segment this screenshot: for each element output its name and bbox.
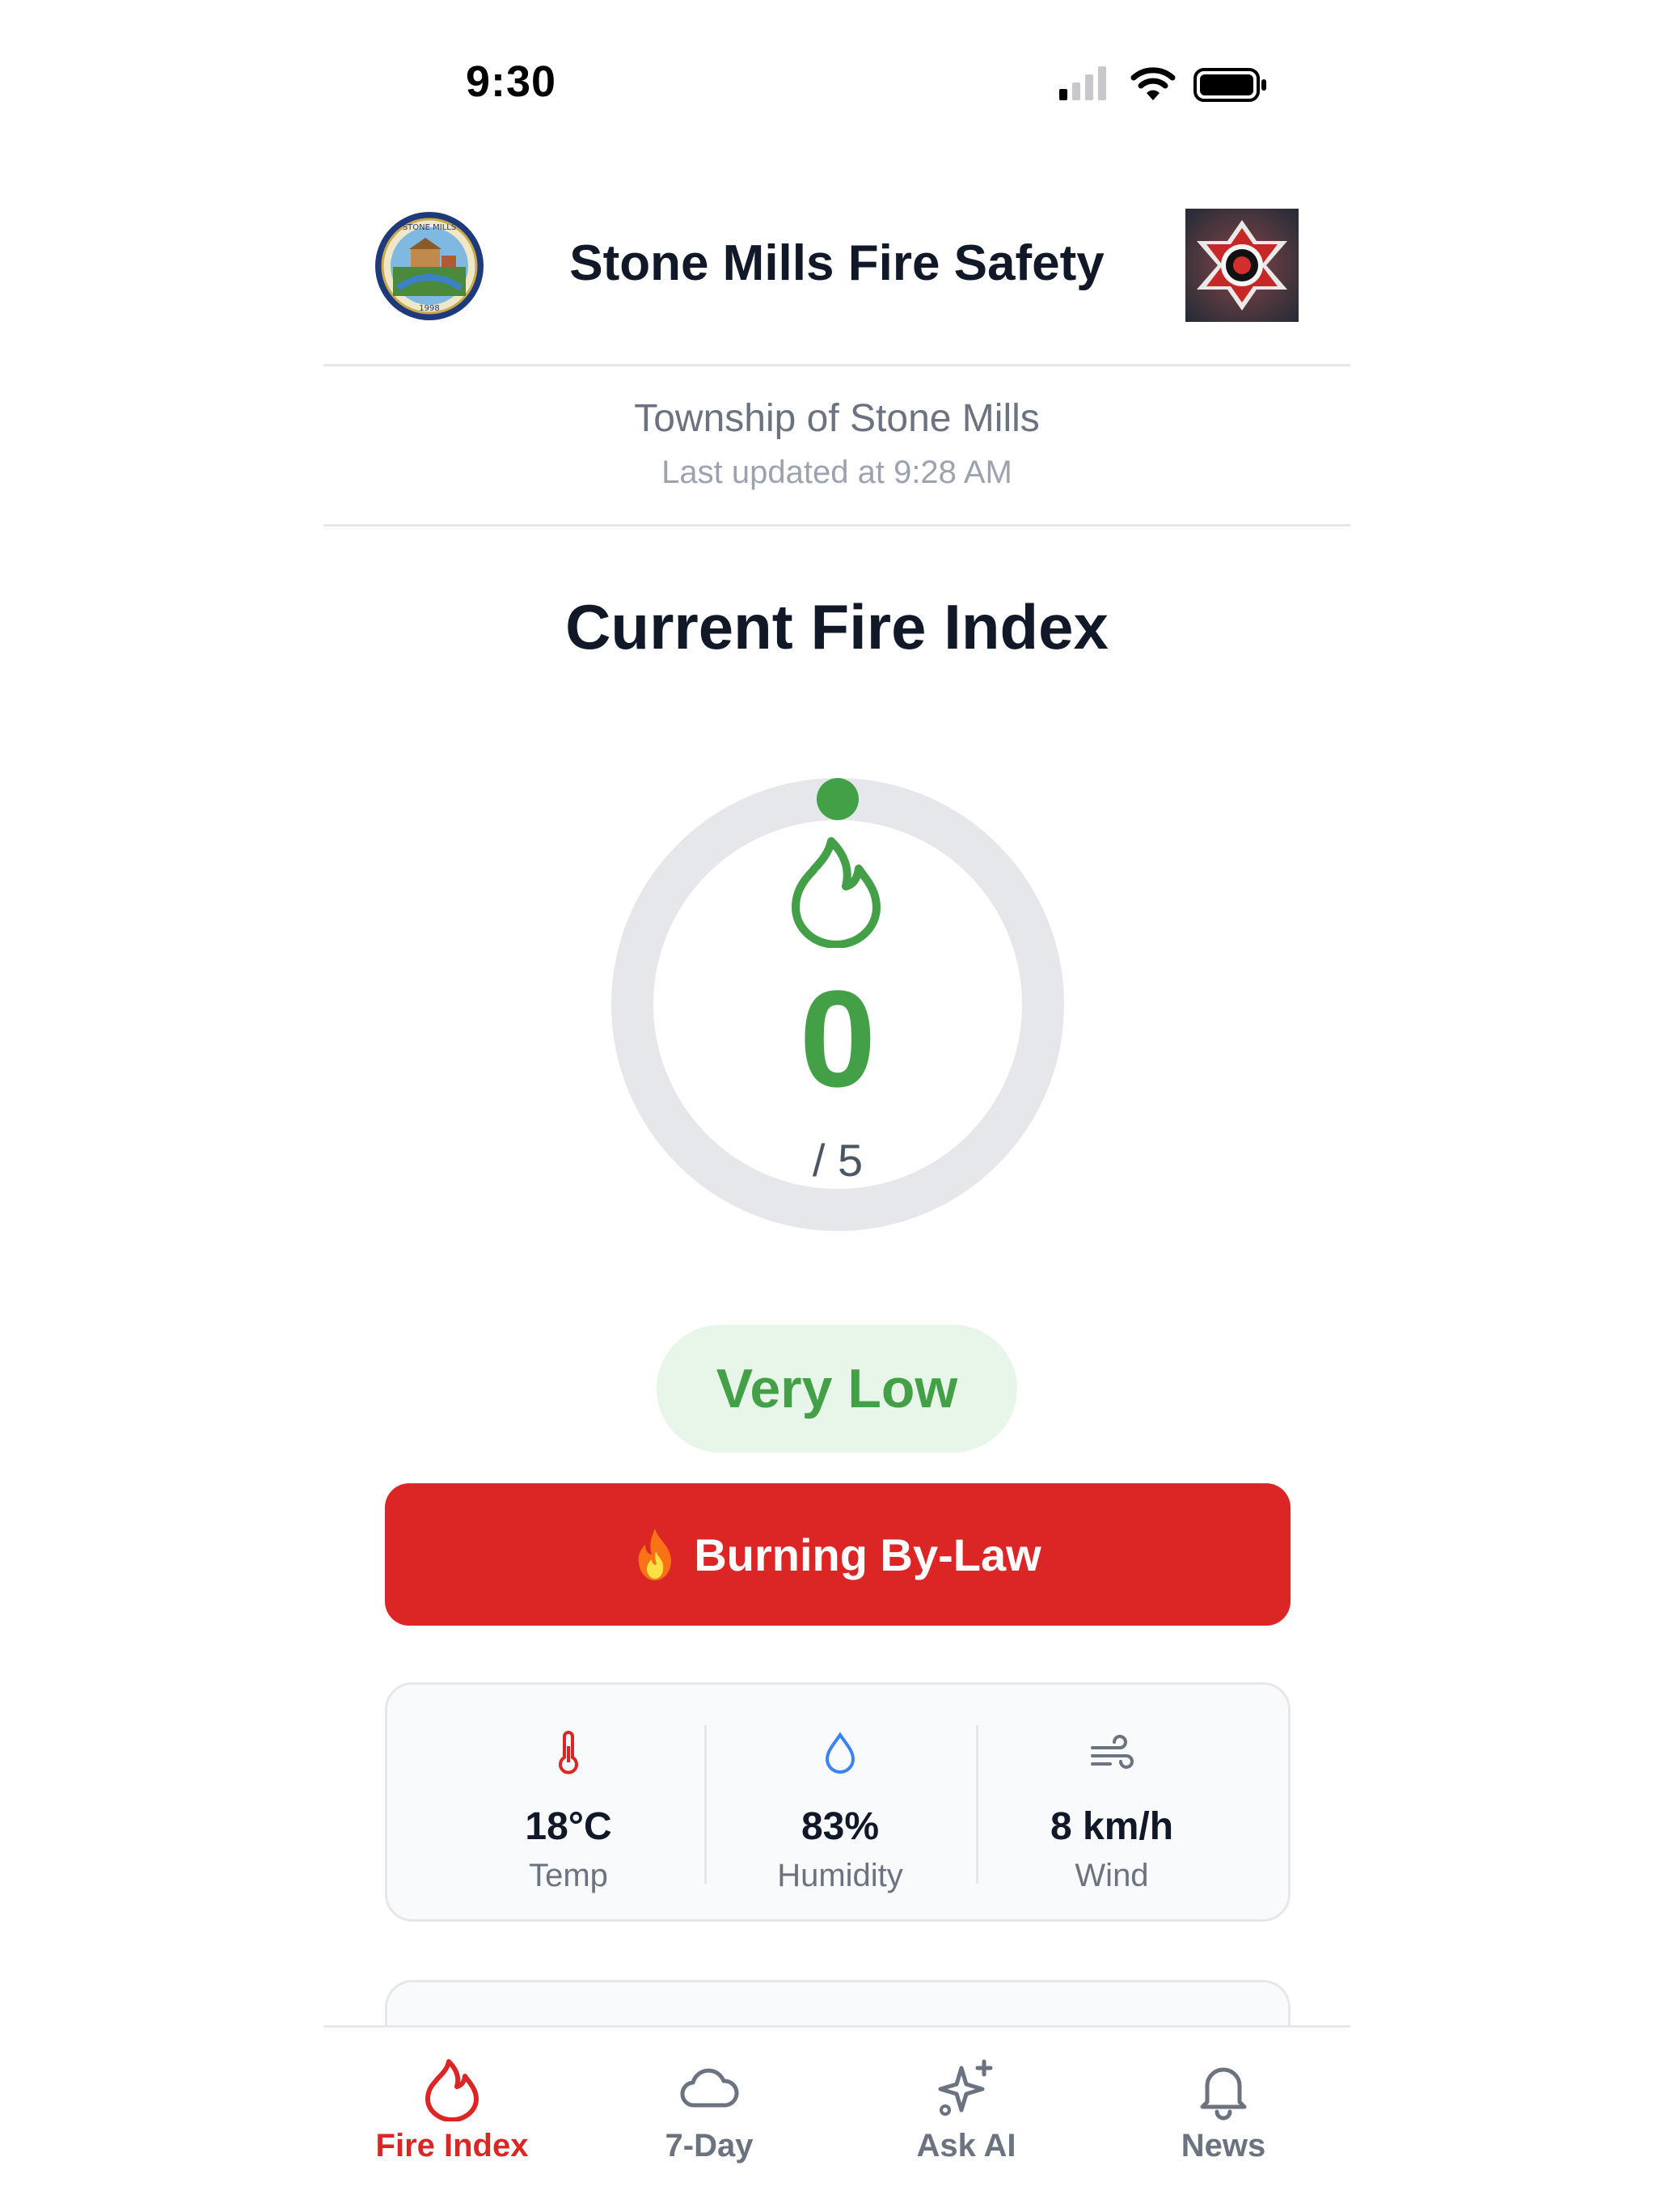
flame-icon [425,2059,479,2121]
cloud-icon [680,2068,739,2108]
humidity-label: Humidity [777,1858,903,1893]
temp-label: Temp [529,1858,608,1893]
tab-7-day[interactable]: 7-Day [581,2028,838,2212]
burning-bylaw-button[interactable]: Burning By-Law [385,1483,1291,1626]
status-icons [1059,66,1266,102]
temp-value: 18°C [525,1805,612,1848]
wifi-icon [1130,67,1176,100]
wind-icon [1091,1735,1134,1769]
cellular-signal-icon [1059,66,1106,100]
fire-level-badge: Very Low [657,1325,1017,1453]
tab-label: 7-Day [665,2128,754,2163]
wind-value: 8 km/h [1050,1805,1174,1848]
fire-department-logo [1185,209,1299,322]
bell-icon [1200,2067,1247,2121]
location-name: Township of Stone Mills [634,397,1040,440]
fire-emoji-icon [638,1529,672,1581]
last-updated: Last updated at 9:28 AM [661,455,1012,490]
gauge-indicator-dot [817,778,859,820]
flame-icon [792,837,881,948]
thermometer-icon [559,1731,578,1774]
weather-wind: 8 km/h Wind [976,1685,1248,1919]
tab-label: Fire Index [375,2128,529,2163]
section-title: Current Fire Index [565,591,1109,662]
wind-label: Wind [1075,1858,1149,1893]
svg-text:STONE MILLS: STONE MILLS [403,223,456,232]
township-seal-logo: STONE MILLS 1998 [375,212,484,320]
status-time: 9:30 [466,57,557,106]
tab-bar: Fire Index 7-Day Ask AI News [323,2025,1350,2210]
burning-bylaw-label: Burning By-Law [694,1529,1041,1580]
tab-label: News [1181,2128,1266,2163]
weather-card: 18°C Temp 83% Humidity 8 km/h Wind [385,1682,1291,1922]
header-divider [323,364,1350,366]
svg-text:1998: 1998 [419,304,439,313]
sparkles-icon [938,2059,993,2116]
humidity-value: 83% [801,1805,880,1848]
fire-index-value: 0 [799,962,877,1116]
tab-ask-ai[interactable]: Ask AI [838,2028,1095,2212]
tab-label: Ask AI [916,2128,1016,2163]
location-divider [323,524,1350,527]
app-title: Stone Mills Fire Safety [569,235,1105,291]
tab-fire-index[interactable]: Fire Index [323,2028,581,2212]
droplet-icon [825,1732,855,1774]
weather-temp: 18°C Temp [433,1685,704,1919]
battery-icon [1193,68,1266,102]
fire-index-max: / 5 [812,1135,864,1186]
weather-humidity: 83% Humidity [704,1685,976,1919]
tab-news[interactable]: News [1095,2028,1352,2212]
